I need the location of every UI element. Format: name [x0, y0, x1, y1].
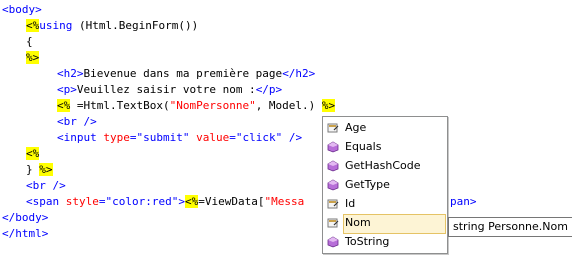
code-line: <% =Html.TextBox("NomPersonne", Model.) …: [57, 98, 336, 114]
textbox-call: =Html.TextBox(: [70, 99, 170, 112]
completion-item-tostring[interactable]: ToString: [324, 233, 446, 251]
code-line: </body>: [2, 210, 48, 226]
completion-label: Nom: [345, 216, 371, 229]
open-brace: {: [26, 35, 33, 48]
code-line: <%: [26, 146, 40, 162]
completion-item-gethashcode[interactable]: GetHashCode: [324, 157, 446, 175]
h2-open-tag: <h2>: [57, 67, 84, 80]
completion-item-nom[interactable]: Nom: [327, 214, 446, 234]
begin-form-call: (Html.BeginForm()): [72, 19, 199, 32]
style-attr: style: [65, 195, 99, 208]
p-close-tag: </p>: [255, 83, 283, 96]
property-icon: [327, 199, 339, 209]
method-icon: [327, 160, 339, 172]
html-close-tag: </html>: [2, 227, 49, 240]
value-value: "click": [235, 131, 283, 144]
completion-label: Id: [345, 197, 356, 210]
property-icon: [327, 123, 339, 133]
completion-label: Age: [345, 121, 367, 134]
method-icon: [327, 236, 339, 248]
property-icon: [327, 218, 339, 228]
server-block-open: <%: [26, 147, 40, 160]
code-line: <%using (Html.BeginForm()): [26, 18, 198, 34]
code-line-tail: pan>: [450, 194, 477, 210]
code-line: } %>: [26, 162, 53, 178]
body-close-tag: </body>: [2, 211, 49, 224]
br-tag: <br />: [57, 115, 97, 128]
h2-close-tag: </h2>: [282, 67, 316, 80]
type-value: "submit": [136, 131, 190, 144]
span-tag-open: <span: [26, 195, 66, 208]
textbox-name-string: "NomPersonne": [169, 99, 256, 112]
code-line: <input type="submit" value="click" />: [57, 130, 302, 146]
code-line: </html>: [2, 226, 48, 242]
server-block-close: %>: [39, 163, 53, 176]
code-line: <p>Veuillez saisir votre nom :</p>: [57, 82, 282, 98]
input-tag-open: <input: [57, 131, 104, 144]
span-close-tag-tail: pan>: [450, 195, 477, 208]
using-keyword: using: [39, 19, 73, 32]
server-block-open: <%: [26, 19, 40, 32]
code-line: <br />: [57, 114, 97, 130]
server-expr-open: <%: [57, 99, 71, 112]
completion-item-id[interactable]: Id: [324, 195, 446, 213]
equals-sign: =: [98, 195, 106, 208]
code-line: <body>: [2, 2, 42, 18]
completion-label: GetType: [345, 178, 390, 191]
code-line: {: [26, 34, 33, 50]
code-line: <span style="color:red"><%=ViewData["Mes…: [26, 194, 304, 210]
completion-label: ToString: [345, 235, 390, 248]
code-line: %>: [26, 50, 40, 66]
viewdata-key-string: "Messa: [264, 195, 305, 208]
style-value: "color:red": [105, 195, 179, 208]
completion-item-gettype[interactable]: GetType: [324, 176, 446, 194]
textbox-model-arg: , Model.): [255, 99, 316, 112]
completion-label: GetHashCode: [345, 159, 421, 172]
viewdata-call: =ViewData[: [198, 195, 265, 208]
intellisense-list[interactable]: Age Equals GetHashCode GetType Id Nom To…: [322, 116, 448, 254]
value-attr: value: [196, 131, 230, 144]
type-attr: type: [103, 131, 130, 144]
input-tag-close: />: [282, 131, 303, 144]
method-icon: [327, 141, 339, 153]
completion-label: Equals: [345, 140, 382, 153]
server-block-close: %>: [26, 51, 40, 64]
p-open-tag: <p>: [57, 83, 77, 96]
completion-item-age[interactable]: Age: [324, 119, 446, 137]
quickinfo-tooltip: string Personne.Nom: [448, 217, 572, 237]
code-line: <br />: [26, 178, 66, 194]
method-icon: [327, 179, 339, 191]
server-expr-close: %>: [321, 99, 336, 112]
br-tag: <br />: [26, 179, 66, 192]
equals-sign: =: [229, 131, 236, 144]
code-line: <h2>Bievenue dans ma première page</h2>: [57, 66, 315, 82]
body-open-tag: <body>: [2, 3, 42, 16]
completion-item-equals[interactable]: Equals: [324, 138, 446, 156]
close-brace: }: [26, 163, 40, 176]
server-expr-open: <%: [184, 195, 199, 208]
tag-end: >: [178, 195, 185, 208]
h2-text: Bievenue dans ma première page: [83, 67, 283, 80]
p-text: Veuillez saisir votre nom :: [76, 83, 256, 96]
